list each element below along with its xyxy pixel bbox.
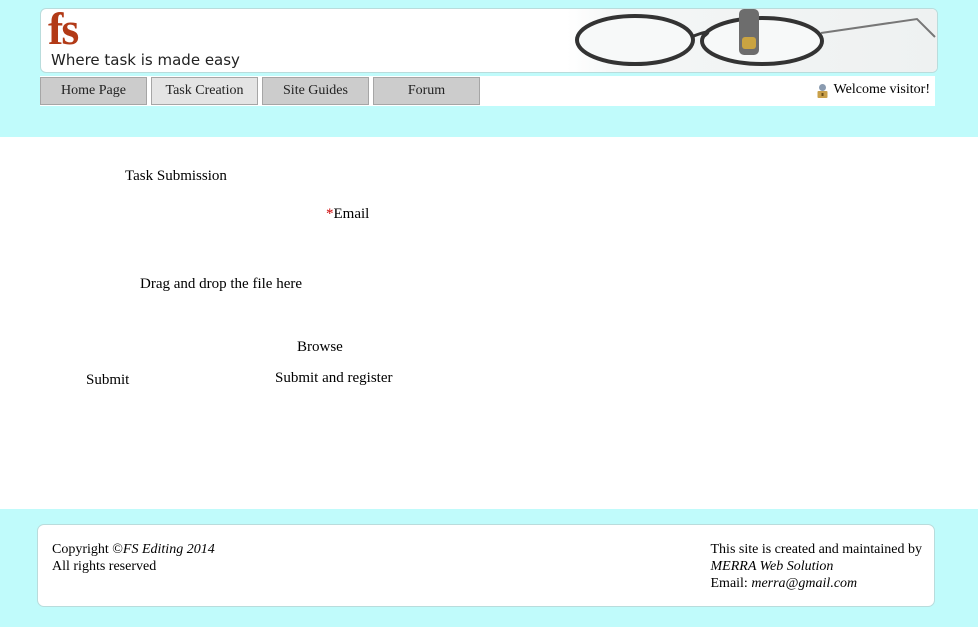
copyright-name: FS Editing 2014 [122, 542, 215, 557]
nav-task-creation[interactable]: Task Creation [151, 77, 258, 105]
footer-copyright: Copyright ©FS Editing 2014 All rights re… [52, 541, 215, 575]
welcome-text: Welcome visitor! [833, 82, 930, 97]
welcome-area: Welcome visitor! [816, 82, 930, 98]
browse-button[interactable]: Browse [297, 339, 343, 356]
maintained-text: This site is created and maintained by [710, 542, 923, 557]
nav-home-page[interactable]: Home Page [40, 77, 147, 105]
nav-site-guides[interactable]: Site Guides [262, 77, 369, 105]
footer-credits: This site is created and maintained by M… [711, 541, 923, 592]
nav-forum[interactable]: Forum [373, 77, 480, 105]
glasses-banner-image [567, 9, 937, 72]
submit-and-register-button[interactable]: Submit and register [275, 370, 392, 387]
user-lock-icon [817, 83, 828, 98]
file-dropzone[interactable]: Drag and drop the file here [140, 276, 302, 293]
site-logo[interactable]: fs Where task is made easy [41, 9, 301, 72]
logo-tagline: Where task is made easy [51, 51, 240, 69]
main-navigation: Home Page Task Creation Site Guides Foru… [40, 76, 935, 106]
rights-text: All rights reserved [52, 559, 157, 574]
email-field-label: *Email [326, 206, 369, 223]
logo-mark: fs [48, 8, 79, 54]
email-label: Email [333, 206, 370, 222]
site-footer: Copyright ©FS Editing 2014 All rights re… [37, 524, 935, 607]
required-marker: * [326, 206, 334, 222]
company-name: MERRA Web Solution [710, 559, 834, 574]
page-title: Task Submission [125, 168, 227, 184]
copyright-prefix: Copyright © [52, 542, 123, 557]
site-header: fs Where task is made easy [40, 8, 938, 73]
footer-email-link[interactable]: merra@gmail.com [751, 576, 857, 591]
footer-email-label: Email: [710, 576, 752, 591]
submit-button[interactable]: Submit [86, 372, 129, 389]
